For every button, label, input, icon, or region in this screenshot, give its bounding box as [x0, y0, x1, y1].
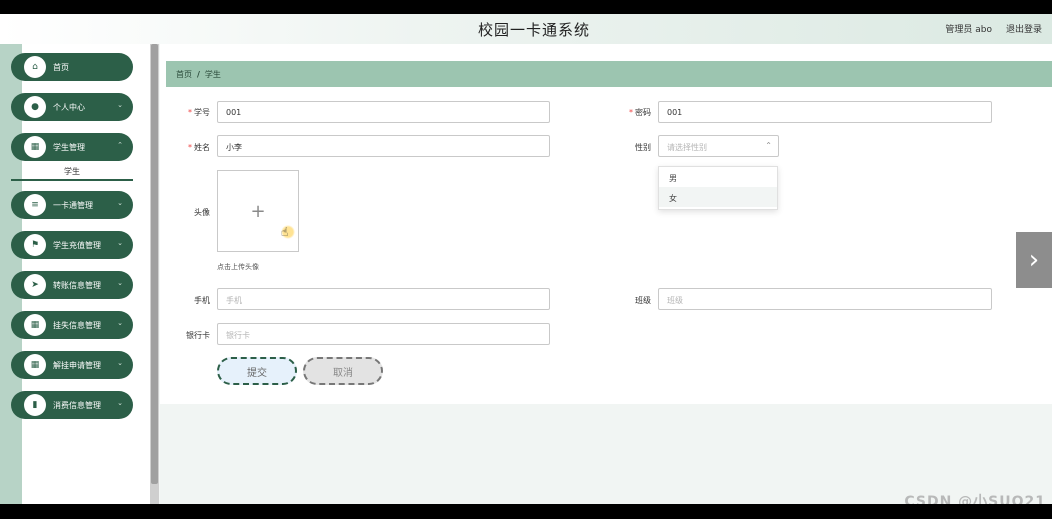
- submit-button[interactable]: 提交: [217, 357, 297, 385]
- chevron-down-icon: ⌄: [117, 399, 123, 407]
- student-id-input[interactable]: 001: [217, 101, 550, 123]
- phone-label: 手机: [194, 296, 210, 305]
- password-label-text: 密码: [635, 108, 651, 117]
- gender-dropdown: 男 女: [658, 166, 778, 210]
- chevron-down-icon: ⌄: [117, 319, 123, 327]
- sidebar-item-profile[interactable]: ● 个人中心 ⌄: [11, 93, 133, 121]
- sidebar-scrollbar-thumb[interactable]: [151, 44, 158, 484]
- avatar-upload-tip: 点击上传头像: [217, 263, 259, 271]
- app-frame: 校园一卡通系统 管理员 abo 退出登录 ⌂ 首页 ● 个人中心 ⌄ ▦ 学生管…: [0, 14, 1052, 504]
- required-mark: *: [188, 143, 192, 152]
- breadcrumb-current: 学生: [204, 70, 221, 79]
- user-icon: ●: [24, 96, 46, 118]
- home-icon: ⌂: [24, 56, 46, 78]
- doc-icon: ▮: [24, 394, 46, 416]
- bank-card-label: 银行卡: [186, 331, 210, 340]
- sidebar-item-consumption-management[interactable]: ▮ 消费信息管理 ⌄: [11, 391, 133, 419]
- sidebar-item-label: 解挂申请管理: [53, 360, 101, 370]
- chevron-down-icon: ⌄: [117, 359, 123, 367]
- send-icon: ➤: [24, 274, 46, 296]
- breadcrumb: 首页 / 学生: [166, 61, 1052, 87]
- sidebar-item-loss-report-management[interactable]: ▦ 挂失信息管理 ⌄: [11, 311, 133, 339]
- sidebar-item-transfer-management[interactable]: ➤ 转账信息管理 ⌄: [11, 271, 133, 299]
- bank-card-input[interactable]: 银行卡: [217, 323, 550, 345]
- username: abo: [975, 25, 992, 35]
- chevron-down-icon: ⌄: [117, 199, 123, 207]
- sidebar-subitem-student[interactable]: 学生: [11, 163, 133, 181]
- sidebar-item-label: 学生管理: [53, 142, 85, 152]
- grid-icon: ▦: [24, 354, 46, 376]
- gender-label: 性别: [635, 143, 651, 152]
- plus-icon: +: [250, 200, 266, 222]
- user-info: 管理员 abo: [945, 22, 992, 35]
- required-mark: *: [188, 108, 192, 117]
- chevron-down-icon: ⌄: [117, 239, 123, 247]
- chevron-right-icon: ›: [1028, 245, 1040, 275]
- sidebar-item-label: 消费信息管理: [53, 400, 101, 410]
- flag-icon: ⚑: [24, 234, 46, 256]
- mouse-cursor-icon: ☝: [281, 225, 295, 239]
- grid-icon: ▦: [24, 314, 46, 336]
- name-input[interactable]: 小李: [217, 135, 550, 157]
- grid-icon: ▦: [24, 136, 46, 158]
- cancel-button[interactable]: 取消: [303, 357, 383, 385]
- logout-link[interactable]: 退出登录: [1006, 22, 1042, 35]
- gender-select-placeholder: 请选择性别: [667, 143, 707, 152]
- sidebar-item-label: 转账信息管理: [53, 280, 101, 290]
- password-label: * 密码: [611, 107, 651, 118]
- avatar-label: 头像: [194, 208, 210, 217]
- sidebar-item-unlock-request-management[interactable]: ▦ 解挂申请管理 ⌄: [11, 351, 133, 379]
- gender-select[interactable]: 请选择性别 ⌃: [658, 135, 779, 157]
- chevron-up-icon: ⌃: [117, 141, 123, 149]
- user-role: 管理员: [945, 25, 973, 35]
- breadcrumb-home[interactable]: 首页: [176, 70, 192, 79]
- phone-input[interactable]: 手机: [217, 288, 550, 310]
- app-title: 校园一卡通系统: [477, 21, 590, 39]
- class-input[interactable]: 班级: [658, 288, 992, 310]
- avatar-upload[interactable]: +: [217, 170, 299, 252]
- name-label-text: 姓名: [194, 143, 210, 152]
- watermark: CSDN @小SUO21: [904, 494, 1046, 504]
- password-input[interactable]: 001: [658, 101, 992, 123]
- sidebar-item-student-management[interactable]: ▦ 学生管理 ⌃: [11, 133, 133, 161]
- gender-option-male[interactable]: 男: [659, 167, 777, 187]
- required-mark: *: [629, 108, 633, 117]
- header-right: 管理员 abo 退出登录: [945, 22, 1042, 35]
- student-id-label-text: 学号: [194, 108, 210, 117]
- breadcrumb-separator: /: [197, 70, 200, 79]
- top-header: 校园一卡通系统 管理员 abo 退出登录: [0, 14, 1052, 44]
- sidebar-item-label: 一卡通管理: [53, 200, 93, 210]
- name-label: * 姓名: [170, 142, 210, 153]
- sidebar-item-card-management[interactable]: ≡ 一卡通管理 ⌄: [11, 191, 133, 219]
- sidebar-menu: ⌂ 首页 ● 个人中心 ⌄ ▦ 学生管理 ⌃ 学生 ≡ 一卡通管理 ⌄ ⚑ 学生…: [11, 53, 133, 431]
- chevron-up-icon: ⌃: [765, 141, 772, 150]
- sidebar-item-label: 首页: [53, 62, 69, 72]
- card-icon: ≡: [24, 194, 46, 216]
- sidebar-item-home[interactable]: ⌂ 首页: [11, 53, 133, 81]
- chevron-down-icon: ⌄: [117, 279, 123, 287]
- gender-option-female[interactable]: 女: [659, 187, 777, 207]
- student-id-label: * 学号: [170, 107, 210, 118]
- main-content: 首页 / 学生 * 学号 001 * 密码 001 * 姓名 小李 性别 请选择性别 ⌃ …: [160, 44, 1052, 504]
- next-slide-button[interactable]: ›: [1016, 232, 1052, 288]
- chevron-down-icon: ⌄: [117, 101, 123, 109]
- sidebar-item-label: 个人中心: [53, 102, 85, 112]
- sidebar-item-label: 学生充值管理: [53, 240, 101, 250]
- sidebar-item-recharge-management[interactable]: ⚑ 学生充值管理 ⌄: [11, 231, 133, 259]
- class-label: 班级: [635, 296, 651, 305]
- sidebar-item-label: 挂失信息管理: [53, 320, 101, 330]
